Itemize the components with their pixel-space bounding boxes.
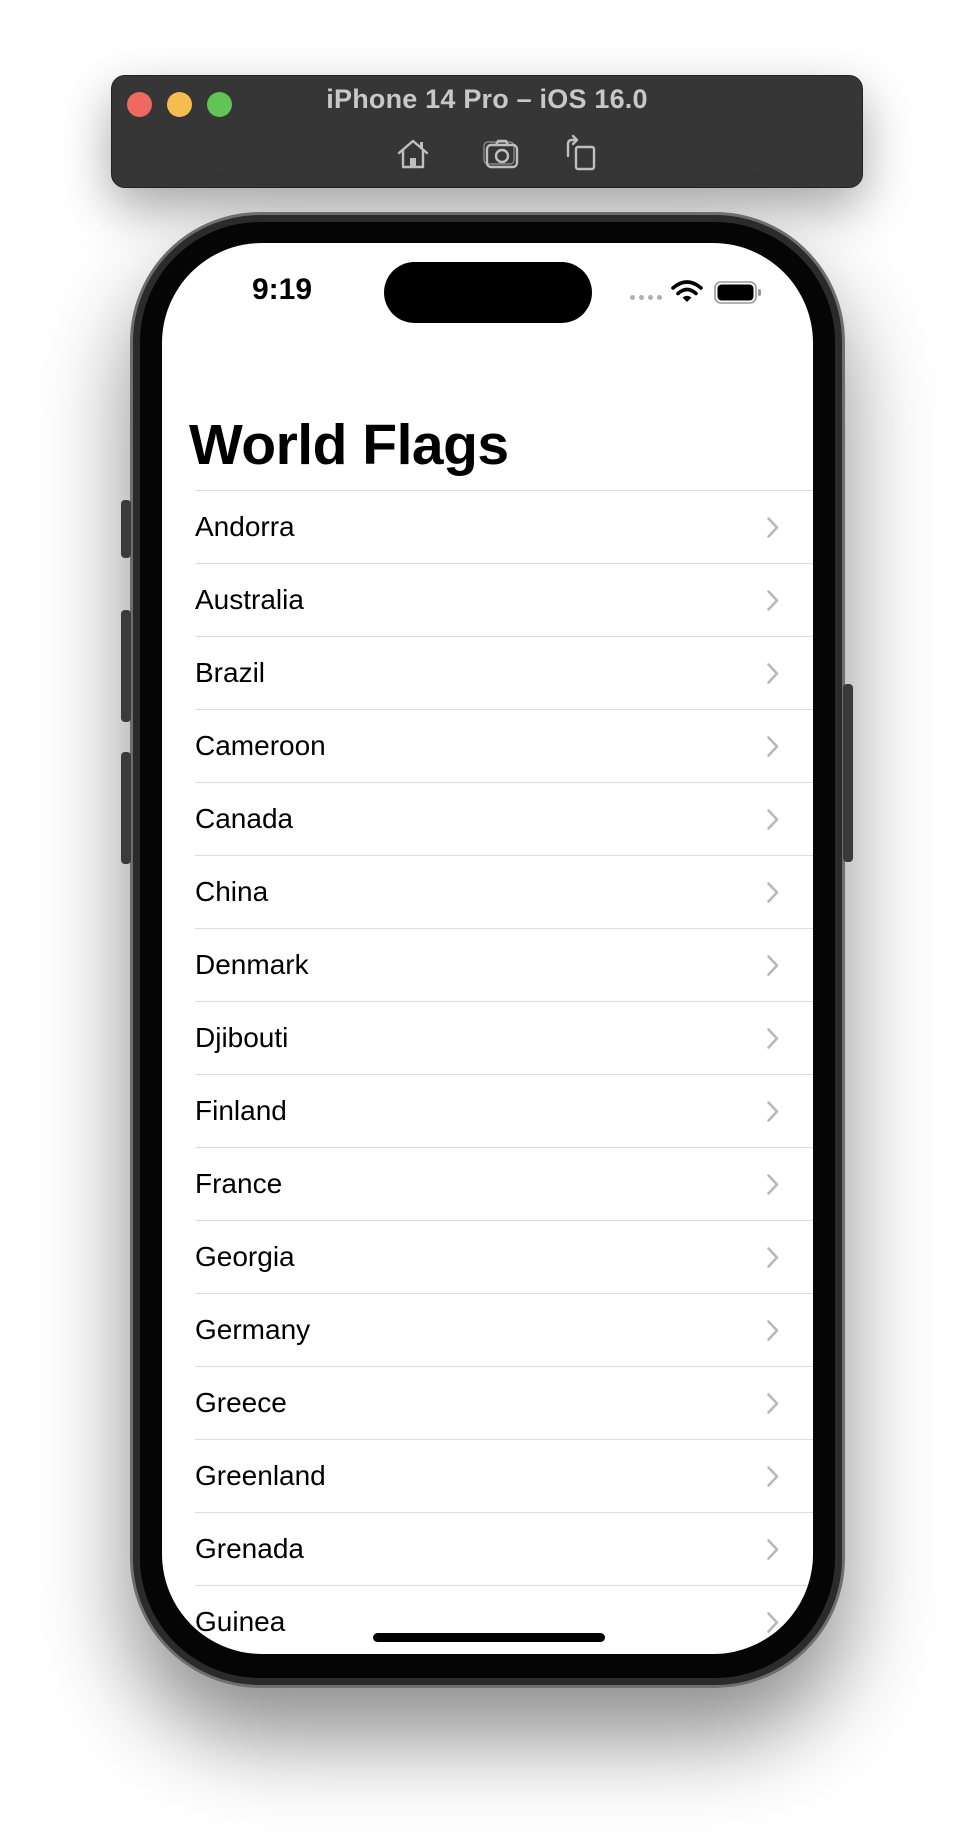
country-name: Greenland xyxy=(195,1460,326,1491)
home-icon[interactable] xyxy=(393,134,433,174)
phone-screen: 9:19 World Flags Andorra Australia Brazil C… xyxy=(162,243,813,1654)
list-item[interactable]: Guinea xyxy=(195,1585,813,1654)
country-name: Denmark xyxy=(195,949,309,980)
country-name: Grenada xyxy=(195,1533,304,1564)
list-item[interactable]: Grenada xyxy=(195,1512,813,1585)
chevron-right-icon xyxy=(767,736,779,757)
chevron-right-icon xyxy=(767,1174,779,1195)
list-item[interactable]: Finland xyxy=(195,1074,813,1147)
battery-icon xyxy=(714,281,761,304)
chevron-right-icon xyxy=(767,955,779,976)
screenshot-icon[interactable] xyxy=(482,134,522,174)
volume-down-button xyxy=(121,752,131,864)
chevron-right-icon xyxy=(767,517,779,538)
dynamic-island xyxy=(384,262,592,323)
list-item[interactable]: France xyxy=(195,1147,813,1220)
chevron-right-icon xyxy=(767,1539,779,1560)
home-indicator[interactable] xyxy=(373,1633,605,1642)
list-item[interactable]: Georgia xyxy=(195,1220,813,1293)
chevron-right-icon xyxy=(767,663,779,684)
country-name: Greece xyxy=(195,1387,287,1418)
chevron-right-icon xyxy=(767,1028,779,1049)
country-name: Andorra xyxy=(195,511,295,542)
cellular-dots-icon xyxy=(630,295,662,300)
silent-switch xyxy=(121,500,131,558)
list-item[interactable]: Greenland xyxy=(195,1439,813,1512)
country-list: Andorra Australia Brazil Cameroon Canada Chin… xyxy=(162,490,813,1654)
chevron-right-icon xyxy=(767,590,779,611)
volume-up-button xyxy=(121,610,131,722)
country-name: Finland xyxy=(195,1095,287,1126)
list-item[interactable]: Brazil xyxy=(195,636,813,709)
chevron-right-icon xyxy=(767,1612,779,1633)
chevron-right-icon xyxy=(767,1101,779,1122)
chevron-right-icon xyxy=(767,1393,779,1414)
chevron-right-icon xyxy=(767,809,779,830)
list-item[interactable]: Australia xyxy=(195,563,813,636)
power-button xyxy=(843,684,853,862)
chevron-right-icon xyxy=(767,1320,779,1341)
wifi-icon xyxy=(671,280,703,302)
country-name: Germany xyxy=(195,1314,311,1345)
country-name: Brazil xyxy=(195,657,266,688)
list-item[interactable]: China xyxy=(195,855,813,928)
country-name: China xyxy=(195,876,269,907)
chevron-right-icon xyxy=(767,1247,779,1268)
chevron-right-icon xyxy=(767,882,779,903)
list-item[interactable]: Canada xyxy=(195,782,813,855)
country-name: Georgia xyxy=(195,1241,295,1272)
country-name: Australia xyxy=(195,584,304,615)
list-item[interactable]: Andorra xyxy=(195,490,813,563)
page-title: World Flags xyxy=(189,413,509,477)
country-name: France xyxy=(195,1168,283,1199)
country-name: Guinea xyxy=(195,1606,286,1637)
chevron-right-icon xyxy=(767,1466,779,1487)
country-name: Djibouti xyxy=(195,1022,289,1053)
list-item[interactable]: Djibouti xyxy=(195,1001,813,1074)
rotate-icon[interactable] xyxy=(560,134,600,174)
list-item[interactable]: Greece xyxy=(195,1366,813,1439)
list-item[interactable]: Germany xyxy=(195,1293,813,1366)
country-name: Cameroon xyxy=(195,730,326,761)
list-item[interactable]: Cameroon xyxy=(195,709,813,782)
status-time: 9:19 xyxy=(252,273,313,306)
country-name: Canada xyxy=(195,803,294,834)
list-item[interactable]: Denmark xyxy=(195,928,813,1001)
simulator-title: iPhone 14 Pro – iOS 16.0 xyxy=(326,84,648,114)
